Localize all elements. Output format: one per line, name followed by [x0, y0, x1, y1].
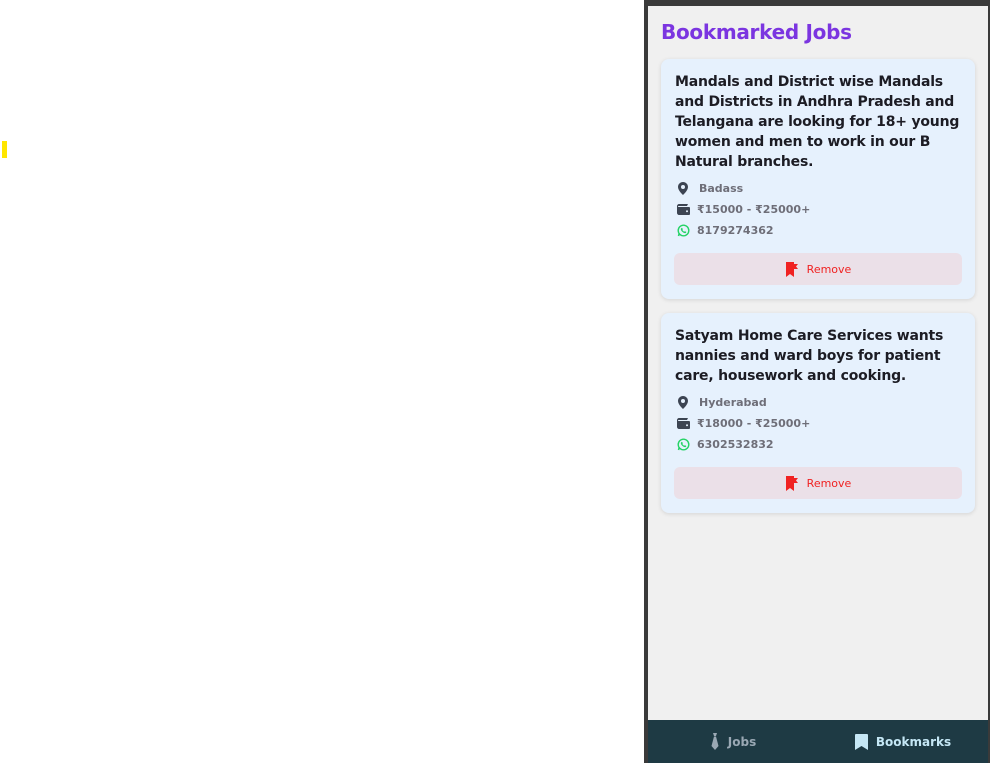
job-phone-text: 8179274362 — [697, 224, 774, 237]
tie-icon — [710, 733, 720, 750]
wallet-icon — [675, 418, 691, 429]
map-pin-icon — [675, 396, 691, 409]
job-phone-text: 6302532832 — [697, 438, 774, 451]
job-title: Mandals and District wise Mandals and Di… — [675, 74, 960, 170]
job-card: Mandals and District wise Mandals and Di… — [661, 59, 975, 299]
remove-bookmark-button[interactable]: Remove — [674, 467, 962, 499]
remove-bookmark-label: Remove — [806, 262, 852, 276]
nav-tab-jobs-label: Jobs — [727, 734, 757, 749]
whatsapp-icon — [675, 224, 691, 237]
nav-tab-bookmarks[interactable]: Bookmarks — [818, 720, 988, 763]
job-salary-text: ₹15000 - ₹25000+ — [697, 203, 811, 216]
page-title: Bookmarked Jobs — [661, 20, 852, 44]
bottom-navigation: Jobs Bookmarks — [648, 720, 988, 763]
bookmark-icon — [854, 733, 868, 750]
remove-bookmark-button[interactable]: Remove — [674, 253, 962, 285]
wallet-icon — [675, 204, 691, 215]
app-screen: Bookmarked Jobs Mandals and District wis… — [648, 6, 988, 720]
remove-bookmark-label: Remove — [806, 476, 852, 490]
job-location: Hyderabad — [675, 392, 962, 413]
job-location: Badass — [675, 178, 962, 199]
map-pin-icon — [675, 182, 691, 195]
nav-tab-jobs[interactable]: Jobs — [648, 720, 818, 763]
job-title: Satyam Home Care Services wants nannies … — [675, 328, 944, 384]
whatsapp-icon — [675, 438, 691, 451]
job-salary: ₹15000 - ₹25000+ — [675, 199, 962, 220]
job-phone[interactable]: 6302532832 — [675, 434, 962, 455]
job-salary: ₹18000 - ₹25000+ — [675, 413, 962, 434]
job-salary-text: ₹18000 - ₹25000+ — [697, 417, 811, 430]
bookmark-remove-icon — [785, 475, 799, 491]
job-phone[interactable]: 8179274362 — [675, 220, 962, 241]
text-cursor-marker — [2, 141, 7, 158]
nav-tab-bookmarks-label: Bookmarks — [875, 734, 952, 749]
job-location-text: Badass — [699, 182, 744, 195]
bookmark-remove-icon — [785, 261, 799, 277]
phone-frame: Bookmarked Jobs Mandals and District wis… — [644, 0, 990, 763]
job-location-text: Hyderabad — [699, 396, 767, 409]
job-card: Satyam Home Care Services wants nannies … — [661, 313, 975, 513]
